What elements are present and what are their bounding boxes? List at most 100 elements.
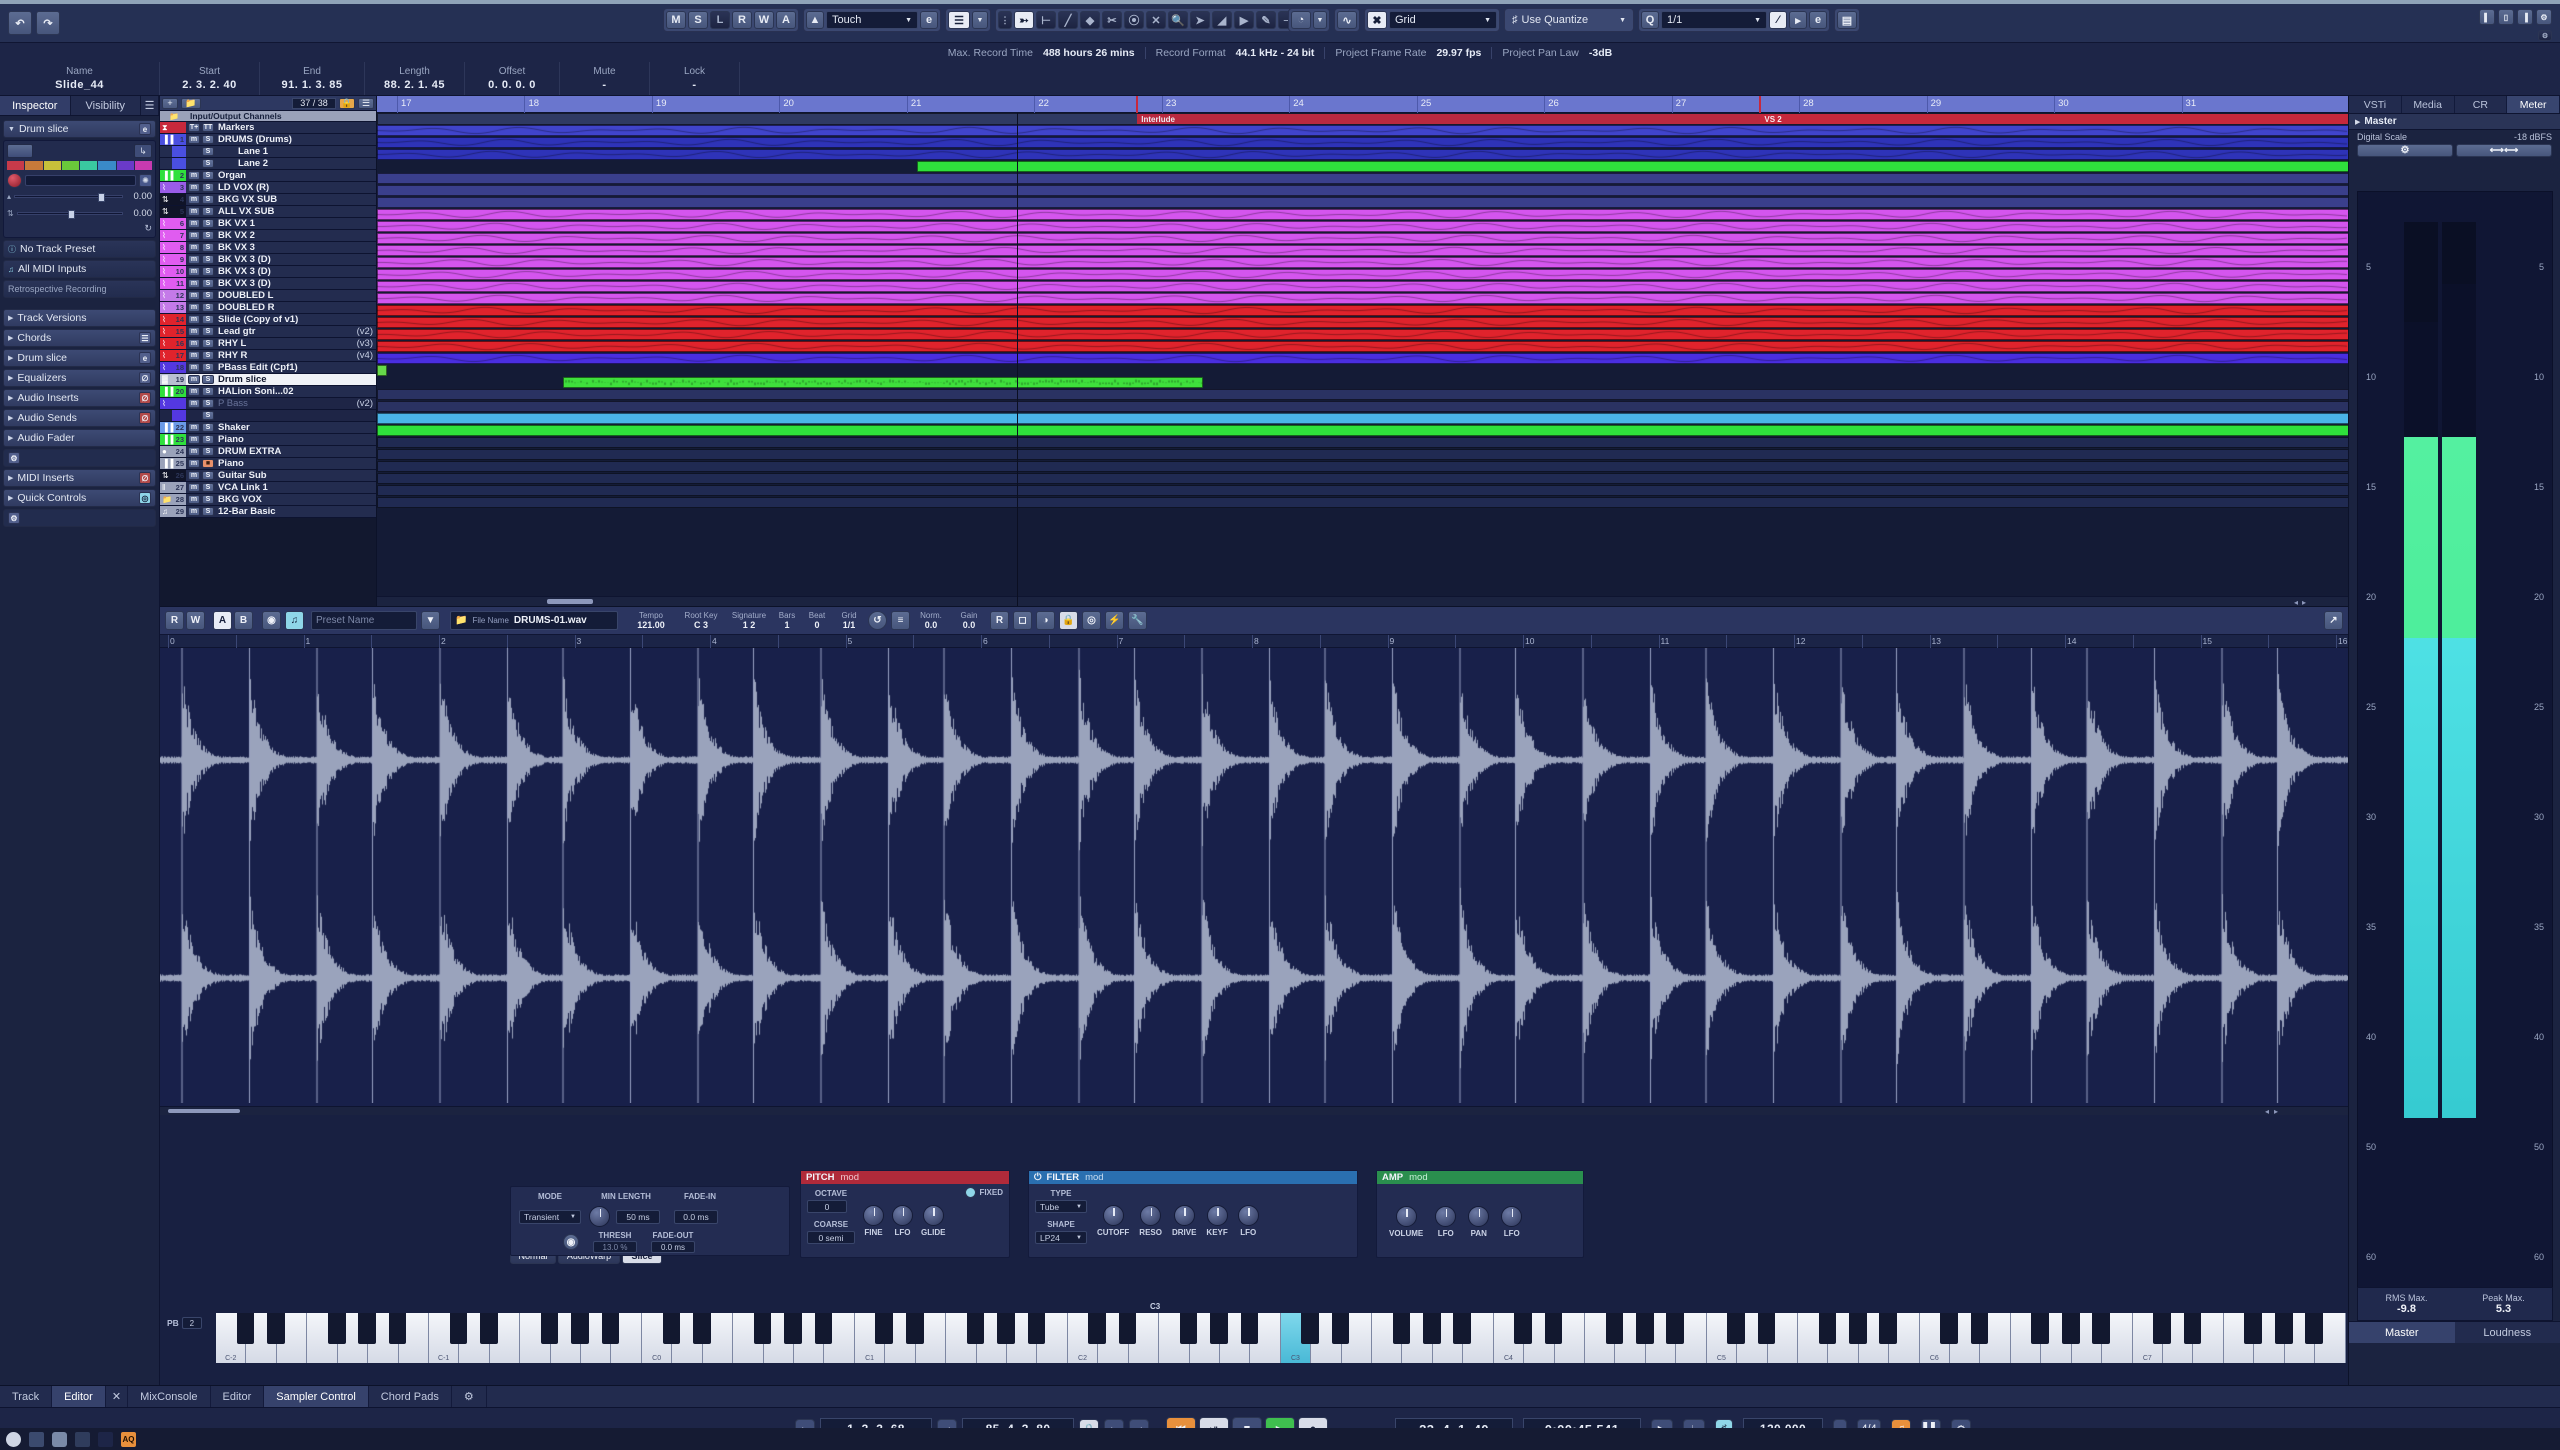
record-enable-knob[interactable] xyxy=(7,173,22,188)
sampler-normalize-icon[interactable]: ≡ xyxy=(891,611,910,630)
piano-key-white[interactable]: C7 xyxy=(2133,1313,2163,1363)
tab-visibility[interactable]: Visibility xyxy=(71,96,142,115)
range-selection-icon[interactable]: ⊢ xyxy=(1036,11,1056,29)
mute-button[interactable]: m xyxy=(188,351,200,360)
solo-button[interactable]: S xyxy=(202,303,214,312)
track-name[interactable]: RHY R (v4) xyxy=(216,350,376,361)
piano-key-black[interactable] xyxy=(1940,1313,1958,1344)
mute-button[interactable]: m xyxy=(188,435,200,444)
info-end[interactable]: End 91. 1. 3. 85 xyxy=(260,62,365,95)
sampler-loop-icon[interactable]: ↺ xyxy=(868,611,887,630)
line-tool-icon[interactable]: ◢ xyxy=(1212,11,1232,29)
taskbar-app-3-icon[interactable] xyxy=(75,1432,90,1447)
automation-m[interactable]: M xyxy=(666,11,686,29)
piano-key-black[interactable] xyxy=(1453,1313,1471,1344)
info-mute[interactable]: Mute - xyxy=(560,62,650,95)
object-selection-icon[interactable]: ➳ xyxy=(1014,11,1034,29)
audio-clip[interactable] xyxy=(377,197,2348,208)
minlength-value[interactable]: 50 ms xyxy=(616,1210,660,1224)
info-lock[interactable]: Lock - xyxy=(650,62,740,95)
piano-key-black[interactable] xyxy=(1028,1313,1046,1344)
norm-field[interactable]: Norm. 0.0 xyxy=(914,610,948,632)
filter-shape-select[interactable]: LP24 ▼ xyxy=(1035,1231,1087,1244)
sampler-midi-icon[interactable]: ♫ xyxy=(285,611,304,630)
sidebar-item-track-versions[interactable]: ▶ Track Versions xyxy=(3,309,156,327)
solo-button[interactable]: S xyxy=(202,351,214,360)
sampler-reverse-icon[interactable]: R xyxy=(990,611,1009,630)
piano-key-black[interactable] xyxy=(267,1313,285,1344)
fadein-value[interactable]: 0.0 ms xyxy=(674,1210,718,1224)
sampler-read-automation-button[interactable]: R xyxy=(165,611,184,630)
piano-key-black[interactable] xyxy=(1393,1313,1411,1344)
sampler-lock-icon[interactable]: 🔒 xyxy=(1059,611,1078,630)
automation-l[interactable]: L xyxy=(710,11,730,29)
waveform-area[interactable]: 0 1 2 3 4 5 6 7 8 9 10 11 12 13 14 15 16 ◂ ▸ xyxy=(160,635,2348,1115)
track-name[interactable]: DRUM EXTRA xyxy=(216,446,376,457)
track-name[interactable]: Shaker xyxy=(216,422,376,433)
sampler-snap-icon[interactable]: ◎ xyxy=(1082,611,1101,630)
solo-button[interactable]: S xyxy=(202,279,214,288)
track-name[interactable]: Piano xyxy=(216,434,376,445)
sidebar-item-drum-slice[interactable]: ▶ Drum slice e xyxy=(3,349,156,367)
track-name[interactable]: BK VX 2 xyxy=(216,230,376,241)
solo-button[interactable]: S xyxy=(202,159,214,168)
piano-key-black[interactable] xyxy=(1727,1313,1745,1344)
audio-clip[interactable] xyxy=(377,257,2348,268)
signature-field[interactable]: Signature 1 2 xyxy=(728,610,770,632)
piano-key-black[interactable] xyxy=(1819,1313,1837,1344)
table-row[interactable]: ▐▐ 1 m S DRUMS (Drums) xyxy=(160,134,376,146)
timewarp-icon[interactable]: ➤ xyxy=(1190,11,1210,29)
piano-key-black[interactable] xyxy=(2305,1313,2323,1344)
solo-button[interactable]: S xyxy=(202,375,214,384)
piano-key-black[interactable] xyxy=(1088,1313,1106,1344)
filter-lfo-knob[interactable] xyxy=(1238,1205,1259,1226)
piano-key-black[interactable] xyxy=(2244,1313,2262,1344)
solo-button[interactable]: S xyxy=(202,315,214,324)
info-name[interactable]: Name Slide_44 xyxy=(0,62,160,95)
fadeout-value[interactable]: 0.0 ms xyxy=(651,1241,695,1253)
solo-button[interactable]: S xyxy=(202,219,214,228)
solo-button[interactable]: S xyxy=(202,255,214,264)
piano-key-black[interactable] xyxy=(2092,1313,2110,1344)
solo-button[interactable]: S xyxy=(202,363,214,372)
solo-button[interactable]: S xyxy=(202,183,214,192)
mute-button[interactable]: m xyxy=(188,291,200,300)
midi-inserts-bypass-icon[interactable]: ∅ xyxy=(139,472,151,484)
piano-key-black[interactable] xyxy=(663,1313,681,1344)
table-row[interactable]: ⌇ 15 m S Lead gtr (v2) xyxy=(160,326,376,338)
piano-key-black[interactable] xyxy=(328,1313,346,1344)
piano-key-white[interactable] xyxy=(307,1313,337,1363)
sends-bypass-icon[interactable]: ∅ xyxy=(139,412,151,424)
gear-icon[interactable]: ⚙ xyxy=(8,452,20,464)
solo-button[interactable]: S xyxy=(202,207,214,216)
piano-key-black[interactable] xyxy=(906,1313,924,1344)
io-channels-row[interactable]: 📁 Input/Output Channels xyxy=(160,111,376,122)
pitch-lfo-knob[interactable] xyxy=(892,1205,913,1226)
cubase-taskbar-icon[interactable]: AQ xyxy=(121,1432,136,1447)
audio-clip[interactable] xyxy=(377,473,2348,484)
piano-key-black[interactable] xyxy=(389,1313,407,1344)
piano-key-black[interactable] xyxy=(875,1313,893,1344)
amp-lfo-knob[interactable] xyxy=(1435,1206,1456,1227)
taskbar-app-4-icon[interactable] xyxy=(98,1432,113,1447)
quantize-icon[interactable]: Q xyxy=(1641,11,1659,29)
tab-track[interactable]: Track xyxy=(0,1386,52,1407)
piano-key-black[interactable] xyxy=(784,1313,802,1344)
mute-button[interactable]: m xyxy=(188,243,200,252)
piano-key-black[interactable] xyxy=(1119,1313,1137,1344)
sampler-flash-icon[interactable]: ⚡ xyxy=(1105,611,1124,630)
track-name[interactable]: BKG VX SUB xyxy=(216,194,376,205)
table-row[interactable]: S Lane 1 xyxy=(160,146,376,158)
folder-icon[interactable]: 📁 xyxy=(181,98,201,109)
solo-button[interactable]: S xyxy=(202,339,214,348)
table-row[interactable]: ⇅ 26 m S Guitar Sub xyxy=(160,470,376,482)
solo-button[interactable]: S xyxy=(202,195,214,204)
sidebar-item-quick-controls[interactable]: ▶ Quick Controls ◎ xyxy=(3,489,156,507)
zoom-out-icon[interactable]: ◂ xyxy=(2294,598,2298,606)
audio-clip[interactable] xyxy=(377,401,2348,412)
track-name[interactable]: Piano xyxy=(216,458,376,469)
color-tool-icon[interactable]: ✎ xyxy=(1256,11,1276,29)
filter-power-icon[interactable]: ⏻ xyxy=(1034,1172,1042,1183)
audio-clip[interactable]: Interlude VS 2 xyxy=(377,113,2348,125)
chords-options-icon[interactable]: ☰ xyxy=(139,332,151,344)
